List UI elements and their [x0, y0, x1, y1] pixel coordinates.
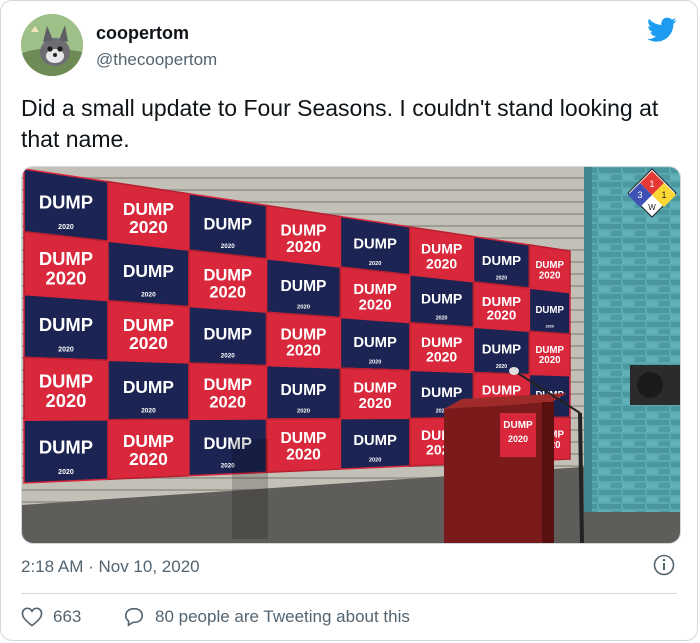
scene-image: 1 3 1 W DUMP2020DUMP2020DUMP2020DUMP2020…	[22, 167, 680, 543]
sign-word: DUMP	[281, 222, 327, 239]
sign-year: 2020	[369, 458, 381, 464]
sign-word: DUMP	[421, 241, 462, 257]
sign-word: DUMP	[39, 371, 93, 392]
sign-word: DUMP	[123, 261, 174, 281]
info-icon[interactable]	[653, 554, 675, 576]
placard-top: 1	[649, 179, 654, 189]
podium-sign-year: 2020	[508, 434, 528, 444]
sign-year: 2020	[359, 396, 392, 412]
tweet-media-image[interactable]: 1 3 1 W DUMP 2020 DUMP 2020 DUMP 2020 DUMP 2020…	[21, 166, 681, 544]
sign-word: DUMP	[123, 199, 174, 219]
tweet-text: Did a small update to Four Seasons. I co…	[21, 95, 659, 152]
sign-year: 2020	[221, 353, 236, 360]
sign-word: DUMP	[482, 341, 521, 356]
heart-icon	[21, 607, 43, 627]
tweet-card: coopertom @thecoopertom Did a small upda…	[0, 0, 698, 641]
avatar[interactable]	[21, 14, 83, 76]
sign-year: 2020	[496, 276, 507, 282]
sign-word: DUMP	[39, 192, 93, 213]
podium: DUMP 2020	[444, 393, 567, 543]
sign-word: DUMP	[421, 384, 462, 400]
sign-word: DUMP	[203, 266, 252, 284]
sign-year: 2020	[129, 449, 168, 469]
sign-year: 2020	[297, 409, 311, 415]
sign-year: 2020	[129, 217, 168, 237]
podium-sign-word: DUMP	[503, 420, 533, 431]
twitter-bird-icon[interactable]	[647, 17, 677, 43]
placard-right: 1	[661, 190, 666, 200]
sign-year: 2020	[129, 333, 168, 353]
sign-word: DUMP	[281, 278, 327, 295]
sign-word: DUMP	[281, 430, 327, 447]
sign-year: 2020	[209, 393, 246, 411]
sign-word: DUMP	[353, 433, 397, 449]
placard-left: 3	[637, 190, 642, 200]
sign-year: 2020	[286, 239, 321, 256]
sign-word: DUMP	[203, 325, 252, 343]
sign-year: 2020	[369, 359, 381, 365]
user-handle[interactable]: @thecoopertom	[96, 50, 217, 70]
sign-word: DUMP	[39, 248, 93, 269]
sign-year: 2020	[141, 408, 156, 415]
sign-year: 2020	[141, 292, 156, 299]
sign-year: 2020	[426, 255, 457, 271]
sign-word: DUMP	[535, 305, 564, 316]
sign-year: 2020	[487, 308, 517, 323]
sign-word: DUMP	[123, 431, 174, 451]
sign-year: 2020	[539, 270, 561, 281]
sign-word: DUMP	[281, 326, 327, 343]
sign-year: 2020	[297, 305, 311, 311]
divider	[21, 593, 677, 594]
sign-year: 2020	[286, 447, 321, 464]
sign-year: 2020	[286, 343, 321, 360]
sign-year: 2020	[546, 325, 554, 329]
sign-word: DUMP	[353, 380, 397, 396]
sign-word: DUMP	[39, 314, 93, 335]
sign-word: DUMP	[39, 436, 93, 457]
sign-word: DUMP	[421, 334, 462, 350]
sign-year: 2020	[539, 355, 561, 366]
sign-year: 2020	[58, 469, 74, 476]
sign-year: 2020	[369, 261, 381, 267]
sign-word: DUMP	[281, 382, 327, 399]
sign-year: 2020	[58, 346, 74, 353]
sign-word: DUMP	[353, 335, 397, 351]
tweet-timestamp[interactable]: 2:18 AM · Nov 10, 2020	[21, 557, 200, 577]
speech-bubble-icon	[124, 608, 144, 627]
sign-year: 2020	[46, 390, 87, 411]
tweeting-about-text: 80 people are Tweeting about this	[155, 607, 410, 626]
sign-year: 2020	[436, 315, 448, 321]
sign-word: DUMP	[482, 294, 521, 309]
sign-word: DUMP	[482, 382, 521, 397]
sign-word: DUMP	[421, 291, 462, 307]
sign-word: DUMP	[353, 237, 397, 253]
sign-year: 2020	[426, 348, 457, 364]
sign-year: 2020	[221, 243, 236, 250]
avatar-image	[21, 14, 83, 76]
sign-word: DUMP	[353, 282, 397, 298]
sign-word: DUMP	[482, 253, 521, 268]
sign-year: 2020	[58, 224, 74, 231]
sign-year: 2020	[359, 297, 392, 313]
sign-word: DUMP	[123, 377, 174, 397]
like-button[interactable]: 663	[21, 607, 81, 627]
sign-year: 2020	[46, 267, 87, 288]
tweeting-about-link[interactable]: 80 people are Tweeting about this	[123, 607, 410, 627]
placard-bottom: W	[648, 203, 656, 212]
sign-word: DUMP	[123, 315, 174, 335]
like-count: 663	[53, 607, 82, 626]
sign-year: 2020	[496, 364, 507, 370]
display-name[interactable]: coopertom	[96, 23, 189, 44]
sign-word: DUMP	[203, 376, 252, 394]
sign-year: 2020	[209, 284, 246, 302]
sign-word: DUMP	[203, 216, 252, 234]
